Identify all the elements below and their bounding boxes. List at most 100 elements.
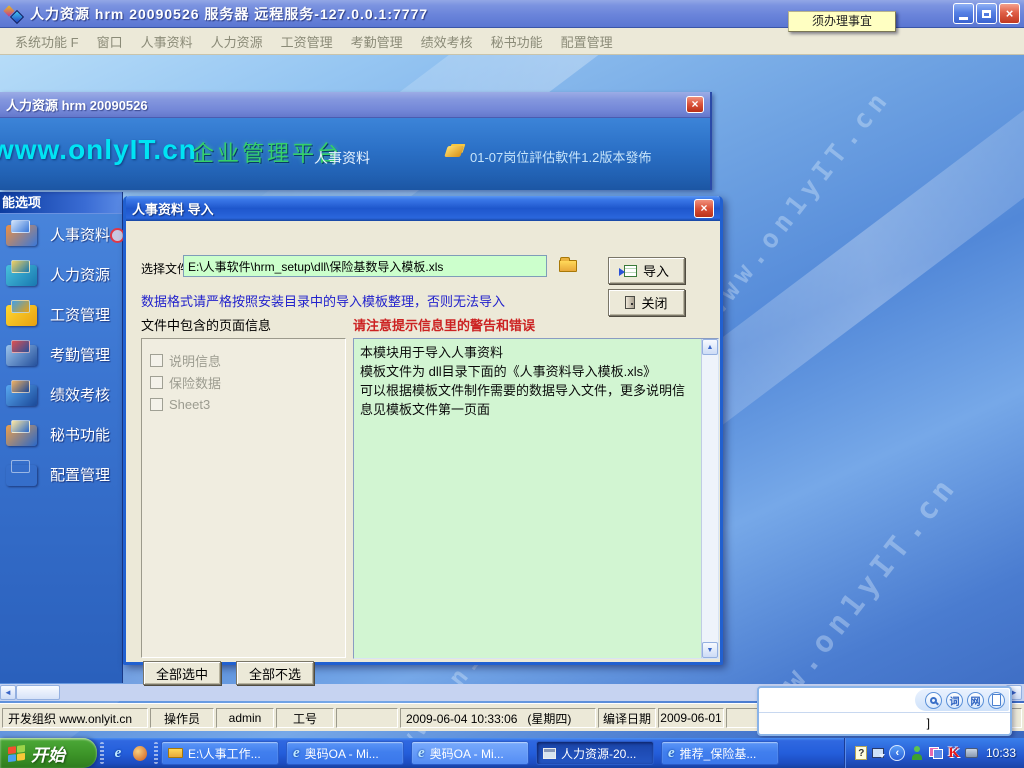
import-button[interactable]: 导入	[608, 257, 685, 284]
dialog-body: 选择文件 导入 数据格式请严格按照安装目录中的导入模板整理，否则无法导入 关闭 …	[126, 221, 720, 662]
menu-window[interactable]: 窗口	[88, 28, 132, 55]
dialog-close-action-button[interactable]: 关闭	[608, 289, 685, 316]
dialog-close-button[interactable]: ×	[694, 199, 714, 218]
quicklaunch-separator	[100, 742, 104, 764]
info-scrollbar[interactable]: ▲ ▼	[701, 339, 718, 658]
sidebar-item-config[interactable]: 配置管理	[0, 454, 122, 494]
dialog-titlebar[interactable]: 人事资料 导入 ×	[126, 196, 720, 221]
menu-config[interactable]: 配置管理	[552, 28, 622, 55]
antivirus-tray-icon[interactable]: K	[948, 746, 960, 761]
scroll-down-button[interactable]: ▼	[702, 642, 718, 658]
scroll-up-button[interactable]: ▲	[702, 339, 718, 355]
exit-door-icon	[625, 296, 635, 309]
task-folder-window[interactable]: E:\人事工作...	[161, 741, 279, 765]
salary-icon	[4, 300, 40, 328]
status-dev-org: 开发组织 www.onlyit.cn	[2, 708, 148, 728]
browse-file-button[interactable]	[556, 258, 580, 276]
search-top-row[interactable]: 词 网	[759, 688, 1010, 712]
sidebar-item-hr[interactable]: 人力资源	[0, 254, 122, 294]
ie-icon: e	[115, 746, 122, 761]
web-icon: 网	[971, 693, 981, 708]
windows-logo-icon	[8, 744, 25, 761]
select-all-label: 全部选中	[156, 664, 208, 683]
tray-clock[interactable]: 10:33	[986, 746, 1016, 760]
file-path-input[interactable]	[183, 255, 547, 277]
scrollbar-thumb[interactable]	[16, 685, 60, 700]
search-icon	[930, 697, 937, 704]
search-button[interactable]	[925, 692, 942, 709]
network-tray-icon[interactable]	[929, 747, 943, 759]
sidebar-item-label: 绩效考核	[50, 384, 110, 405]
menu-salary[interactable]: 工资管理	[272, 28, 342, 55]
sheet-checkbox-row[interactable]: Sheet3	[150, 393, 337, 415]
close-icon: ×	[1006, 6, 1014, 21]
menu-hr[interactable]: 人力资源	[202, 28, 272, 55]
sidebar-item-performance[interactable]: 绩效考核	[0, 374, 122, 414]
banner-close-button[interactable]: ×	[686, 96, 704, 113]
checkbox-icon[interactable]	[150, 354, 163, 367]
volume-tray-icon[interactable]	[965, 748, 978, 758]
function-sidebar: 能选项 人事资料 人力资源 工资管理 考勤管理 绩效考核 秘书功能 配置管理	[0, 192, 123, 683]
sheet-checkbox-row[interactable]: 说明信息	[150, 349, 337, 371]
sidebar-item-personnel[interactable]: 人事资料	[0, 214, 122, 254]
sidebar-item-label: 工资管理	[50, 304, 110, 325]
performance-icon	[4, 380, 40, 408]
todo-matters-button[interactable]: 须办理事宜	[788, 11, 896, 32]
sidebar-item-salary[interactable]: 工资管理	[0, 294, 122, 334]
task-oa-window-2[interactable]: e 奥码OA - Mi...	[411, 741, 529, 765]
browser-quicklaunch-icon[interactable]	[131, 744, 149, 762]
format-note: 数据格式请严格按照安装目录中的导入模板整理，否则无法导入	[141, 291, 505, 310]
menu-secretary[interactable]: 秘书功能	[482, 28, 552, 55]
quicklaunch-separator	[154, 742, 158, 764]
sheet-checkbox-row[interactable]: 保险数据	[150, 371, 337, 393]
doc-button[interactable]	[988, 692, 1005, 709]
ie-quicklaunch-icon[interactable]: e	[109, 744, 127, 762]
select-none-button[interactable]: 全部不选	[236, 661, 314, 685]
sidebar-item-secretary[interactable]: 秘书功能	[0, 414, 122, 454]
personnel-icon	[4, 220, 40, 248]
menu-bar: 系统功能 F 窗口 人事资料 人力资源 工资管理 考勤管理 绩效考核 秘书功能 …	[0, 28, 1024, 55]
collapse-tray-icon[interactable]: ‹	[889, 745, 905, 761]
display-tray-icon[interactable]	[872, 748, 884, 758]
scroll-left-button[interactable]: ◄	[0, 685, 16, 700]
hr-icon	[4, 260, 40, 288]
banner-titlebar[interactable]: 人力资源 hrm 20090526 ×	[0, 92, 710, 118]
sheet-label: Sheet3	[169, 397, 210, 412]
menu-system[interactable]: 系统功能 F	[6, 28, 88, 55]
help-tray-icon[interactable]: ?	[855, 746, 867, 760]
banner-body: www.onlyIT.cn 企业管理平台 人事资料 01-07岗位評估軟件1.2…	[0, 118, 710, 190]
sidebar-item-attendance[interactable]: 考勤管理	[0, 334, 122, 374]
menu-attendance[interactable]: 考勤管理	[342, 28, 412, 55]
banner-window: 人力资源 hrm 20090526 × www.onlyIT.cn 企业管理平台…	[0, 92, 712, 190]
dialog-title-text: 人事资料 导入	[132, 199, 214, 218]
sidebar-item-label: 秘书功能	[50, 424, 110, 445]
close-icon: ×	[691, 97, 698, 111]
search-input[interactable]: ]	[759, 712, 1010, 734]
task-label: 奥码OA - Mi...	[430, 745, 504, 762]
task-oa-window-1[interactable]: e 奥码OA - Mi...	[286, 741, 404, 765]
checkbox-icon[interactable]	[150, 398, 163, 411]
minimize-button[interactable]	[953, 3, 974, 24]
task-hrm-window[interactable]: 人力资源-20...	[536, 741, 654, 765]
messenger-tray-icon[interactable]	[910, 746, 924, 760]
web-lookup-button[interactable]: 网	[967, 692, 984, 709]
search-deskband: 词 网 ]	[757, 686, 1012, 736]
info-text-area[interactable]: 本模块用于导入人事资料 模板文件为 dll目录下面的《人事资料导入模板.xls》…	[353, 338, 719, 659]
sheet-label: 说明信息	[169, 351, 221, 370]
checkbox-icon[interactable]	[150, 376, 163, 389]
select-none-label: 全部不选	[249, 664, 301, 683]
word-lookup-button[interactable]: 词	[946, 692, 963, 709]
restore-button[interactable]	[976, 3, 997, 24]
task-recommend-window[interactable]: e 推荐_保险基...	[661, 741, 779, 765]
select-all-button[interactable]: 全部选中	[143, 661, 221, 685]
start-label: 开始	[31, 741, 65, 766]
sidebar-item-label: 考勤管理	[50, 344, 110, 365]
system-tray: ? ‹ K 10:33	[844, 738, 1024, 768]
start-button[interactable]: 开始	[0, 738, 97, 768]
close-button[interactable]: ×	[999, 3, 1020, 24]
menu-personnel[interactable]: 人事资料	[132, 28, 202, 55]
menu-performance[interactable]: 绩效考核	[412, 28, 482, 55]
status-operator-value: admin	[216, 708, 274, 728]
status-operator-label: 操作员	[150, 708, 214, 728]
ie-icon: e	[668, 746, 675, 761]
